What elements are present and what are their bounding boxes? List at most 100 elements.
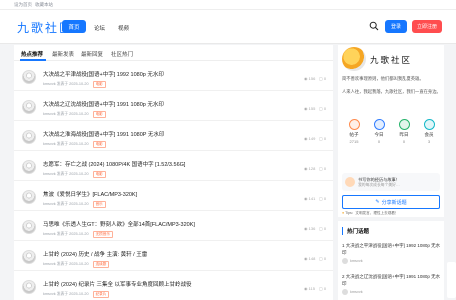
post-author[interactable]: kmsvvk <box>43 82 56 86</box>
active-tab-indicator <box>20 59 46 61</box>
post-author[interactable]: kmsvvk <box>43 142 56 146</box>
category-tag[interactable]: 纪录片 <box>92 291 110 298</box>
hot-topic-title[interactable]: 1 大决战之平津战役[国语+中字] 1992 1080p 无水印 <box>342 243 442 256</box>
register-button[interactable]: 立即注册 <box>412 20 442 33</box>
reply-count-value: 0 <box>323 106 327 111</box>
post-row[interactable]: 志愿军：存亡之战 (2024) 1080P/4K 国语中字 [1.52/3.56… <box>14 152 333 181</box>
post-title[interactable]: 志愿军：存亡之战 (2024) 1080P/4K 国语中字 [1.52/3.56… <box>43 160 185 168</box>
post-author[interactable]: kmsvvk <box>43 262 56 266</box>
post-title[interactable]: 上甘岭 (2024) 历史 / 战争 主演: 黄轩 / 王雷 <box>43 250 147 258</box>
author-avatar[interactable] <box>22 250 36 264</box>
post-list-panel: 热点推荐 最新发表 最新回复 社区热门 大决战之平津战役[国语+中字] 1992… <box>14 45 333 300</box>
stat-label: 昨日 <box>399 132 409 137</box>
eye-icon: ◉ <box>304 76 308 81</box>
post-title[interactable]: 马思唯《乐透人生GT：野刻人欲》全部14首[FLAC/MP3-320K] <box>43 220 195 228</box>
post-row[interactable]: 焦波《爱悦日学生》[FLAC/MP3-320K] kmsvvk 发表于 2025-… <box>14 182 333 211</box>
post-title[interactable]: 焦波《爱悦日学生》[FLAC/MP3-320K] <box>43 190 137 198</box>
post-title[interactable]: 大决战之平津战役[国语+中字] 1992 1080p 无水印 <box>43 70 164 78</box>
post-author[interactable]: kmsvvk <box>43 202 56 206</box>
author-avatar[interactable] <box>22 130 36 144</box>
category-tag[interactable]: 音乐 <box>92 201 106 208</box>
category-tag[interactable]: 电影 <box>92 111 106 118</box>
author-avatar[interactable] <box>22 160 36 174</box>
eye-icon: ◉ <box>304 106 308 111</box>
sidebar-site-name: 九歌社区 <box>370 56 413 66</box>
author-avatar[interactable] <box>22 220 36 234</box>
post-row[interactable]: 上甘岭 (2024) 历史 / 战争 主演: 黄轩 / 王雷 kmsvvk 发表于… <box>14 242 333 271</box>
post-row[interactable]: 大决战之淮海战役[国语+中字] 1991 1080P 无水印 kmsvvk 发表于… <box>14 122 333 151</box>
reply-count-value: 0 <box>323 76 327 81</box>
bookmark-link[interactable]: 收藏本站 <box>35 2 53 8</box>
comment-icon: ▢ <box>319 76 323 81</box>
hot-topic-item[interactable]: 1 大决战之平津战役[国语+中字] 1992 1080p 无水印 kmsvvk <box>342 243 442 264</box>
stat-icon <box>423 119 435 130</box>
set-homepage-link[interactable]: 设为首页 <box>14 2 32 8</box>
nav-forum[interactable]: 论坛 <box>94 24 105 32</box>
promo-banner[interactable]: 书写你的经历与故事！ 我的每次成长每个美好… <box>342 173 440 191</box>
post-date: 发表于 2025-10-20 <box>56 262 89 266</box>
post-author[interactable]: kmsvvk <box>43 172 56 176</box>
floating-toolbar[interactable] <box>447 262 456 298</box>
stat-value: 3 <box>427 139 431 144</box>
stat-icon <box>373 119 385 130</box>
category-tag[interactable]: 电影 <box>92 141 106 148</box>
eye-icon: ◉ <box>304 166 308 171</box>
hot-topic-author[interactable]: kmsvvk <box>350 290 363 294</box>
tab-latest-post[interactable]: 最新发表 <box>52 50 74 58</box>
hot-topic-meta: kmsvvk <box>342 289 442 295</box>
post-title[interactable]: 大决战之淮海战役[国语+中字] 1991 1080P 无水印 <box>43 130 164 138</box>
post-row[interactable]: 大决战之平津战役[国语+中字] 1992 1080p 无水印 kmsvvk 发表于… <box>14 62 333 91</box>
view-count-value: 156 <box>308 76 316 81</box>
category-tag[interactable]: 无损音乐 <box>92 231 113 238</box>
view-count: ◉ 155 <box>304 106 315 111</box>
tab-hot[interactable]: 热点推荐 <box>21 50 43 58</box>
login-button[interactable]: 登录 <box>385 20 407 33</box>
share-topic-button[interactable]: ✎ 分享新话题 <box>342 195 440 209</box>
category-tag[interactable]: 电影 <box>92 81 106 88</box>
view-count-value: 128 <box>308 166 316 171</box>
tab-community-hot[interactable]: 社区热门 <box>111 50 133 58</box>
stat-label: 帖子 <box>349 132 359 137</box>
search-icon[interactable] <box>369 21 379 31</box>
reply-count: ▢ 0 <box>319 226 326 231</box>
post-author[interactable]: kmsvvk <box>43 112 56 116</box>
hot-topic-author[interactable]: kmsvvk <box>350 259 363 263</box>
comment-icon: ▢ <box>319 226 323 231</box>
view-count-value: 115 <box>308 286 316 291</box>
author-avatar[interactable] <box>22 100 36 114</box>
reply-count: ▢ 0 <box>319 256 326 261</box>
category-tag[interactable]: 连续剧 <box>92 261 110 268</box>
category-tag[interactable]: 电影 <box>92 171 106 178</box>
promo-avatar <box>345 177 355 187</box>
post-author[interactable]: kmsvvk <box>43 232 56 236</box>
post-row[interactable]: 上甘岭 (2024) 纪录片 三集全 以军事专业角度回顾上甘岭战役 kmsvvk … <box>14 272 333 300</box>
nav-video[interactable]: 视频 <box>118 24 129 32</box>
view-count: ◉ 148 <box>304 256 315 261</box>
author-avatar[interactable] <box>22 280 36 294</box>
post-author[interactable]: kmsvvk <box>43 292 56 296</box>
nav-home[interactable]: 首页 <box>62 20 86 33</box>
reply-count-value: 0 <box>323 286 327 291</box>
hot-topic-title[interactable]: 2 大决战之辽沈战役[国语+中字] 1991 1080p 无水印 <box>342 274 442 287</box>
comment-icon: ▢ <box>319 166 323 171</box>
hot-topic-item[interactable]: 2 大决战之辽沈战役[国语+中字] 1991 1080p 无水印 kmsvvk <box>342 274 442 295</box>
reply-count: ▢ 0 <box>319 286 326 291</box>
post-date: 发表于 2025-10-20 <box>56 202 89 206</box>
sidebar-card: 九歌社区 简不善欢事理原则，他们都叫我乱夏英雄。 人来人往，我起我落，九歌社区，… <box>338 45 444 217</box>
post-row[interactable]: 马思唯《乐透人生GT：野刻人欲》全部14首[FLAC/MP3-320K] kmsv… <box>14 212 333 241</box>
post-row[interactable]: 大决战之辽沈战役[国语+中字] 1991 1080p 无水印 kmsvvk 发表于… <box>14 92 333 121</box>
hot-topics-card: 热门话题 1 大决战之平津战役[国语+中字] 1992 1080p 无水印 kms… <box>338 221 444 300</box>
header: 九歌社区 首页 论坛 视频 登录 立即注册 <box>0 10 456 44</box>
stat-item: 会员 3 <box>417 119 441 144</box>
author-avatar[interactable] <box>22 190 36 204</box>
post-title[interactable]: 大决战之辽沈战役[国语+中字] 1991 1080p 无水印 <box>43 100 164 108</box>
site-avatar <box>342 47 366 71</box>
author-avatar[interactable] <box>22 70 36 84</box>
reply-count-value: 0 <box>323 196 327 201</box>
post-date: 发表于 2025-10-20 <box>56 292 89 296</box>
eye-icon: ◉ <box>304 286 308 291</box>
tab-latest-reply[interactable]: 最新回复 <box>81 50 103 58</box>
reply-count-value: 0 <box>323 226 327 231</box>
comment-icon: ▢ <box>319 196 323 201</box>
post-title[interactable]: 上甘岭 (2024) 纪录片 三集全 以军事专业角度回顾上甘岭战役 <box>43 280 192 288</box>
